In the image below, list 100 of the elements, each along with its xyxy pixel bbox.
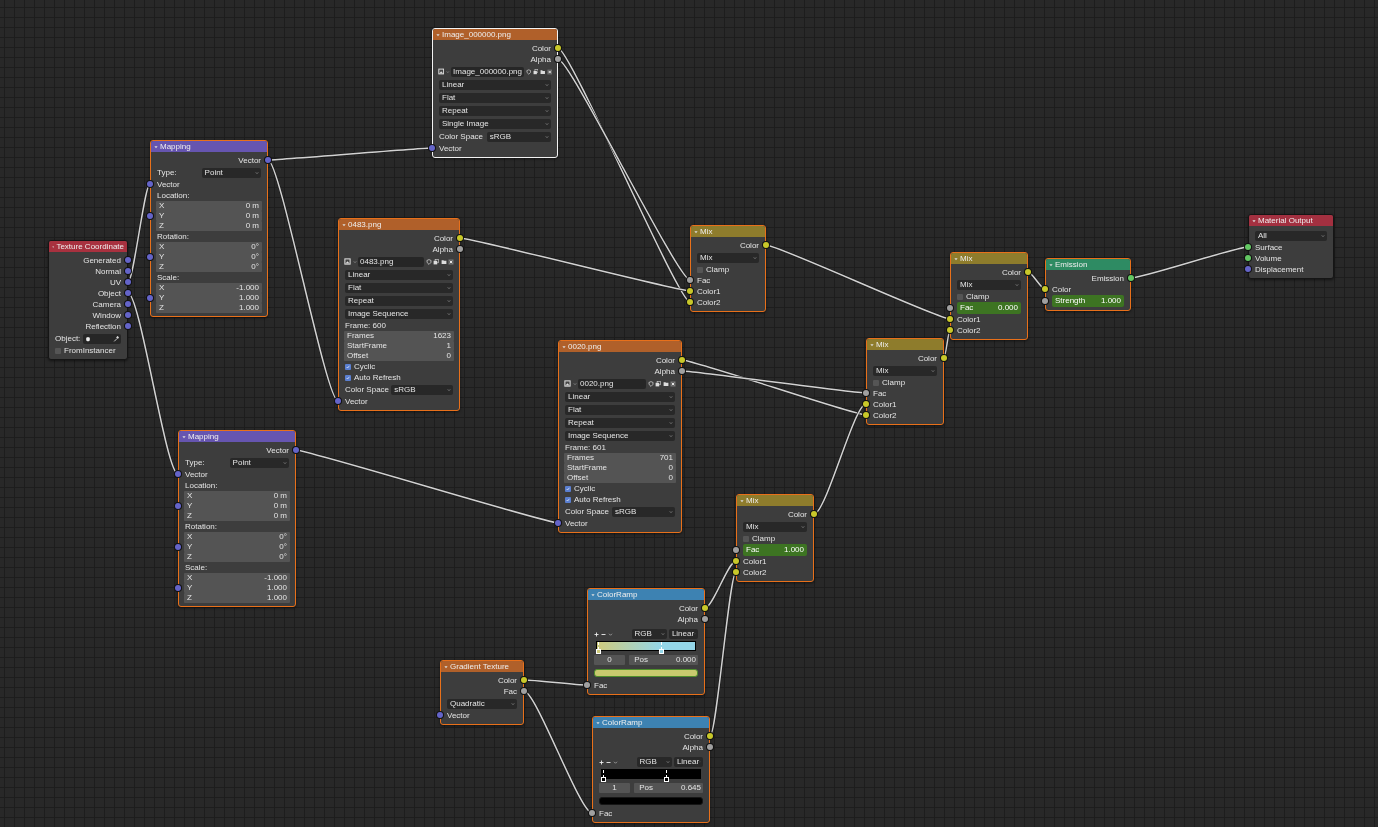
socket-dot[interactable] [457,235,463,241]
number-field[interactable]: Frames 1623 [344,331,454,341]
node-card[interactable]: Mix Color Mix Clamp Fac Color1 Color2 [690,225,766,312]
socket-dot[interactable] [1245,266,1251,272]
socket-dot[interactable] [555,520,561,526]
minus-icon[interactable] [601,631,606,637]
socket-dot[interactable] [457,246,463,252]
node-card[interactable]: Mapping Vector Type: Point Vector Location: X 0 m Y 0 m Z 0 m Rotation: X 0° Y 0° Z 0° Scale: X -1.000 Y 1.000 Z 1.000 [178,430,296,607]
socket-dot[interactable] [555,56,561,62]
node-header[interactable]: Emission [1046,259,1130,270]
slider-field[interactable]: Fac 1.000 [743,544,807,556]
number-field[interactable]: Y 0 m [156,211,262,221]
number-field[interactable]: StartFrame 0 [564,463,676,473]
dropdown[interactable]: Single Image [439,118,551,129]
copy-icon[interactable] [655,380,661,387]
color-stop[interactable] [602,778,605,781]
socket-dot[interactable] [679,368,685,374]
plus-icon[interactable] [599,759,604,765]
number-field[interactable]: Pos 0.645 [634,782,703,793]
node-header[interactable]: 0020.png [559,341,681,352]
image-name-field[interactable]: 0483.png [358,256,424,267]
socket-dot[interactable] [555,45,561,51]
socket-dot[interactable] [265,157,271,163]
number-field[interactable]: X 0° [156,242,262,252]
dropdown[interactable]: Repeat [439,105,551,116]
node-header[interactable]: Image_000000.png [433,29,557,40]
node-card[interactable]: Mix Color Mix Clamp Fac 1.000 Color1 Color2 [736,494,814,582]
folder-icon[interactable] [539,68,545,75]
image-icon[interactable] [438,68,445,75]
number-field[interactable]: Frames 701 [564,453,676,463]
node-card[interactable]: Emission Emission Color Strength 1.000 [1045,258,1131,311]
dropdown[interactable]: Point [201,167,261,178]
color-ramp-bar[interactable] [601,769,701,779]
socket-dot[interactable] [947,316,953,322]
node-card[interactable]: Mix Color Mix Clamp Fac 0.000 Color1 Color2 [950,252,1028,340]
slider-field[interactable]: Fac 0.000 [957,302,1021,314]
color-swatch[interactable] [594,669,698,677]
close-icon[interactable] [546,68,552,75]
checkbox[interactable] [743,535,749,542]
socket-dot[interactable] [521,677,527,683]
socket-dot[interactable] [863,390,869,396]
socket-dot[interactable] [147,254,153,260]
socket-dot[interactable] [175,471,181,477]
socket-dot[interactable] [1025,269,1031,275]
number-field[interactable]: StartFrame 1 [344,341,454,351]
image-icon[interactable] [564,380,571,387]
socket-dot[interactable] [125,268,131,274]
socket-dot[interactable] [1128,275,1134,281]
dropdown[interactable]: sRGB [486,131,551,142]
dropdown[interactable]: Point [229,457,289,468]
object-field[interactable] [83,333,121,344]
color-stop[interactable] [664,778,668,781]
node-card[interactable]: Image_000000.png Color Alpha Image_000000.png Linear Flat Repeat Single Image Color Space sRGB Vector [432,28,558,158]
dropdown[interactable]: Linear [565,391,675,402]
socket-dot[interactable] [125,279,131,285]
dropdown[interactable]: Quadratic [447,698,517,709]
node-header[interactable]: Mix [691,226,765,237]
number-field[interactable]: X -1.000 [184,573,290,583]
shield-icon[interactable] [425,258,432,265]
color-stop[interactable] [659,650,663,653]
number-field[interactable]: X 0 m [184,491,290,501]
node-header[interactable]: ColorRamp [593,717,709,728]
close-icon[interactable] [448,258,454,265]
socket-dot[interactable] [429,145,435,151]
number-field[interactable]: Offset 0 [344,351,454,361]
number-field[interactable]: Y 0° [184,542,290,552]
dropdown[interactable]: Flat [345,282,453,293]
dropdown[interactable]: Mix [957,279,1021,290]
socket-dot[interactable] [733,569,739,575]
image-name-field[interactable]: Image_000000.png [451,66,524,77]
socket-dot[interactable] [1245,255,1251,261]
node-header[interactable]: ColorRamp [588,589,704,600]
socket-dot[interactable] [687,277,693,283]
node-header[interactable]: Material Output [1249,215,1333,226]
number-field[interactable]: 0 [594,655,626,665]
socket-dot[interactable] [175,503,181,509]
number-field[interactable]: Z 1.000 [184,593,290,603]
dropdown[interactable]: RGB [636,757,672,767]
checkbox[interactable] [565,485,571,492]
socket-dot[interactable] [175,585,181,591]
checkbox[interactable] [345,374,351,381]
dropdown[interactable]: sRGB [391,384,453,395]
node-card[interactable]: 0483.png Color Alpha 0483.png Linear Flat Repeat Image Sequence Frame: 600 Frames 1623 StartFrame 1 Offset 0 Cyclic Auto Refresh Color Space sRGB Vector [338,218,460,411]
socket-dot[interactable] [125,323,131,329]
node-card[interactable]: ColorRamp Color Alpha RGB Linear 0 Pos 0.000 Fac [587,588,705,695]
node-card[interactable]: Material Output All Surface Volume Displacement [1248,214,1334,279]
number-field[interactable]: Pos 0.000 [629,654,698,665]
dropdown[interactable]: Linear [668,629,698,639]
socket-dot[interactable] [707,744,713,750]
socket-dot[interactable] [293,447,299,453]
copy-icon[interactable] [532,68,538,75]
checkbox[interactable] [957,293,963,300]
socket-dot[interactable] [687,299,693,305]
node-card[interactable]: Texture Coordinate Generated Normal UV Object Camera Window Reflection Object: FromInstancer [48,240,128,360]
color-swatch[interactable] [599,797,703,805]
socket-dot[interactable] [863,401,869,407]
socket-dot[interactable] [125,301,131,307]
node-header[interactable]: Texture Coordinate [49,241,127,252]
number-field[interactable]: Y 0 m [184,501,290,511]
plus-icon[interactable] [594,631,599,637]
